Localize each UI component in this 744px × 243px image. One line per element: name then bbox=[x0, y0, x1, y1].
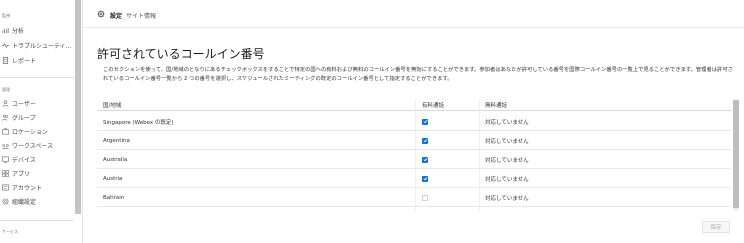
top-bar: 設定 サイト情報 bbox=[84, 0, 744, 28]
country-cell: Austria bbox=[103, 175, 123, 182]
toll-checkbox-cell bbox=[422, 169, 428, 188]
sidebar: 監視 分析 トラブルシューティ... レポート 管理 ユーザー グループ ロケー… bbox=[0, 0, 83, 243]
table-header-divider bbox=[97, 110, 731, 111]
sidebar-item-label: アカウント bbox=[12, 184, 43, 192]
sidebar-item-label: ユーザー bbox=[12, 100, 36, 108]
sidebar-item-label: ロケーション bbox=[12, 128, 48, 136]
table-row: Bahrain 対応していません bbox=[97, 188, 731, 207]
toll-checkbox[interactable] bbox=[422, 194, 428, 201]
sidebar-divider bbox=[0, 77, 74, 78]
table-row: Argentina 対応していません bbox=[97, 131, 731, 150]
sidebar-item-label: 分析 bbox=[12, 27, 25, 35]
sidebar-item-apps[interactable]: アプリ bbox=[2, 168, 72, 178]
sidebar-item-users[interactable]: ユーザー bbox=[2, 98, 72, 108]
chart-icon bbox=[2, 27, 9, 34]
table-scrollbar-thumb[interactable] bbox=[733, 100, 739, 208]
device-icon bbox=[2, 156, 9, 163]
sidebar-section-monitor: 監視 bbox=[2, 13, 10, 18]
tollfree-cell: 対応していません bbox=[485, 119, 529, 126]
sidebar-item-groups[interactable]: グループ bbox=[2, 112, 72, 122]
group-icon bbox=[2, 114, 9, 121]
check-icon bbox=[423, 119, 427, 124]
country-cell: Australia bbox=[103, 156, 128, 163]
toll-checkbox[interactable] bbox=[422, 156, 428, 163]
account-icon bbox=[2, 184, 9, 191]
toll-checkbox-cell bbox=[422, 150, 428, 169]
tollfree-cell: 対応していません bbox=[485, 176, 529, 183]
sidebar-item-label: レポート bbox=[12, 57, 37, 65]
tollfree-cell: 対応していません bbox=[485, 138, 529, 145]
column-header-country: 国/地域 bbox=[103, 102, 122, 109]
breadcrumb-settings[interactable]: 設定 bbox=[110, 11, 122, 20]
sidebar-section-manage: 管理 bbox=[2, 87, 10, 92]
sidebar-item-label: 組織設定 bbox=[12, 198, 37, 206]
apps-icon bbox=[2, 169, 9, 177]
pulse-icon bbox=[2, 42, 9, 49]
tollfree-cell: 対応していません bbox=[485, 195, 529, 202]
save-button[interactable]: 保存 bbox=[702, 221, 730, 233]
sidebar-item-locations[interactable]: ロケーション bbox=[2, 126, 72, 136]
country-cell: Bahrain bbox=[103, 194, 125, 201]
gear-icon bbox=[97, 10, 105, 18]
column-header-tollfree: 無料通話 bbox=[485, 102, 508, 109]
toll-checkbox-cell bbox=[422, 131, 428, 150]
check-icon bbox=[423, 176, 427, 181]
sidebar-item-reports[interactable]: レポート bbox=[2, 55, 72, 65]
breadcrumb-site-info: サイト情報 bbox=[126, 13, 157, 20]
user-icon bbox=[2, 99, 9, 107]
sidebar-item-account[interactable]: アカウント bbox=[2, 182, 72, 192]
check-icon bbox=[423, 157, 427, 162]
sidebar-scrollbar[interactable] bbox=[75, 0, 81, 214]
callin-numbers-table: 国/地域 有料通話 無料通話 Singapore (Webex の既定) 対応し… bbox=[97, 99, 737, 211]
table-row: Austria 対応していません bbox=[97, 169, 731, 188]
table-row: Australia 対応していません bbox=[97, 150, 731, 169]
page-title: 許可されているコールイン番号 bbox=[97, 47, 265, 61]
sidebar-item-label: ワークスペース bbox=[12, 142, 54, 150]
document-icon bbox=[2, 56, 9, 64]
toll-checkbox-cell bbox=[422, 188, 428, 207]
sidebar-item-label: デバイス bbox=[12, 156, 36, 164]
sidebar-item-troubleshooting[interactable]: トラブルシューティ... bbox=[2, 40, 72, 50]
table-row: Singapore (Webex の既定) 対応していません bbox=[97, 112, 731, 131]
location-icon bbox=[2, 127, 9, 135]
country-cell: Argentina bbox=[103, 137, 130, 144]
country-cell: Singapore (Webex の既定) bbox=[103, 119, 174, 126]
settings-icon bbox=[2, 198, 9, 205]
sidebar-item-label: トラブルシューティ... bbox=[12, 42, 72, 50]
sidebar-divider bbox=[0, 220, 74, 221]
tollfree-cell: 対応していません bbox=[485, 157, 529, 164]
sidebar-item-label: アプリ bbox=[12, 170, 31, 178]
toll-checkbox-cell bbox=[422, 112, 428, 131]
sidebar-item-label: グループ bbox=[12, 114, 36, 122]
column-header-toll: 有料通話 bbox=[422, 102, 445, 109]
sidebar-item-org-settings[interactable]: 組織設定 bbox=[2, 196, 72, 206]
check-icon bbox=[423, 138, 427, 143]
workspace-icon bbox=[2, 142, 9, 149]
toll-checkbox[interactable] bbox=[422, 175, 428, 182]
toll-checkbox[interactable] bbox=[422, 118, 428, 125]
sidebar-item-analytics[interactable]: 分析 bbox=[2, 25, 72, 35]
sidebar-item-workspaces[interactable]: ワークスペース bbox=[2, 140, 72, 150]
page-description: このセクションを使って、国/地域のとなりにあるチェックボックスをすることで特定の… bbox=[103, 67, 733, 82]
sidebar-section-service: サービス bbox=[2, 229, 18, 234]
toll-checkbox[interactable] bbox=[422, 137, 428, 144]
sidebar-item-devices[interactable]: デバイス bbox=[2, 154, 72, 164]
